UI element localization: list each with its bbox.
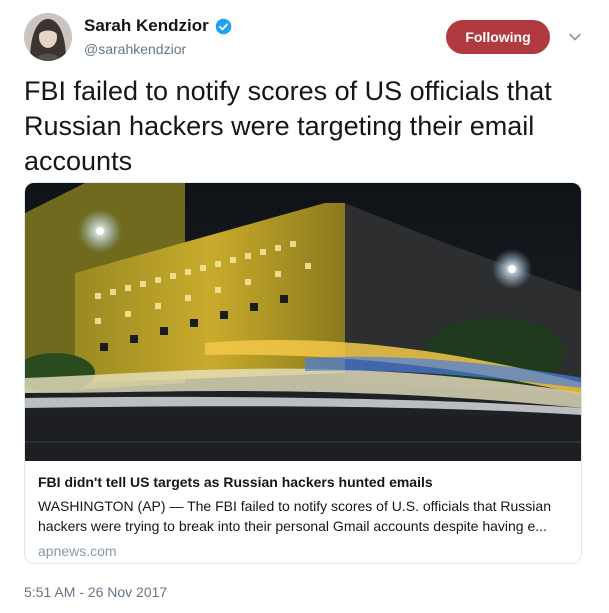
chevron-down-icon[interactable] xyxy=(566,28,584,46)
card-body[interactable]: FBI didn't tell US targets as Russian ha… xyxy=(38,473,568,559)
avatar-photo xyxy=(24,13,72,61)
link-card[interactable]: FBI didn't tell US targets as Russian ha… xyxy=(24,182,582,564)
following-button[interactable]: Following xyxy=(446,20,550,54)
tweet-text: FBI failed to notify scores of US offici… xyxy=(24,76,552,176)
card-description-line: hackers were trying to break into their … xyxy=(38,518,547,534)
verified-badge-icon xyxy=(215,18,231,34)
author-name[interactable]: Sarah Kendzior xyxy=(84,16,209,36)
author-name-row[interactable]: Sarah Kendzior xyxy=(84,16,232,36)
card-description-line: WASHINGTON (AP) — The FBI failed to noti… xyxy=(38,498,551,514)
avatar[interactable] xyxy=(24,13,72,61)
card-title[interactable]: FBI didn't tell US targets as Russian ha… xyxy=(38,473,568,492)
author-handle[interactable]: @sarahkendzior xyxy=(84,41,186,57)
tweet-timestamp[interactable]: 5:51 AM - 26 Nov 2017 xyxy=(24,584,167,600)
card-description: WASHINGTON (AP) — The FBI failed to noti… xyxy=(38,496,568,536)
card-image xyxy=(25,183,581,461)
card-domain: apnews.com xyxy=(38,543,117,559)
